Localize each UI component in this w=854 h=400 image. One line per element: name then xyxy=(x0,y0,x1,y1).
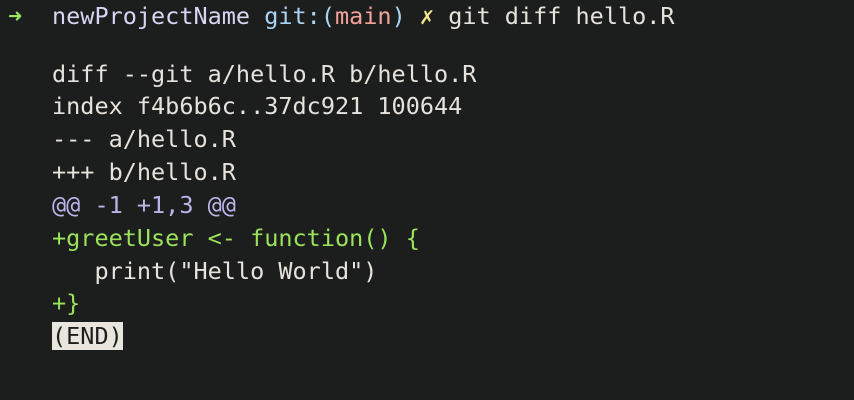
dirty-mark-icon: ✗ xyxy=(419,2,435,30)
command: git diff hello.R xyxy=(448,2,675,30)
git-label: git:( xyxy=(264,2,335,30)
diff-line-added: +} xyxy=(52,289,81,317)
prompt-arrow-icon: ➜ xyxy=(8,2,23,30)
prompt-directory: newProjectName xyxy=(52,2,251,30)
diff-hunk-header: @@ -1 +1,3 @@ xyxy=(52,191,236,219)
diff-old-file: --- a/hello.R xyxy=(52,125,236,153)
diff-new-file: +++ b/hello.R xyxy=(52,158,236,186)
diff-header: diff --git a/hello.R b/hello.R xyxy=(52,60,477,88)
diff-line-added: +greetUser <- function() { xyxy=(52,224,420,252)
diff-line-context: print("Hello World") xyxy=(52,257,378,285)
pager-status: (END) xyxy=(52,322,123,350)
pager-status-line: (END) xyxy=(52,320,123,353)
prompt-line: newProjectName git:(main) ✗ git diff hel… xyxy=(52,0,675,33)
diff-index: index f4b6b6c..37dc921 100644 xyxy=(52,92,463,120)
git-close: ) xyxy=(391,2,406,30)
git-branch: main xyxy=(334,2,392,30)
